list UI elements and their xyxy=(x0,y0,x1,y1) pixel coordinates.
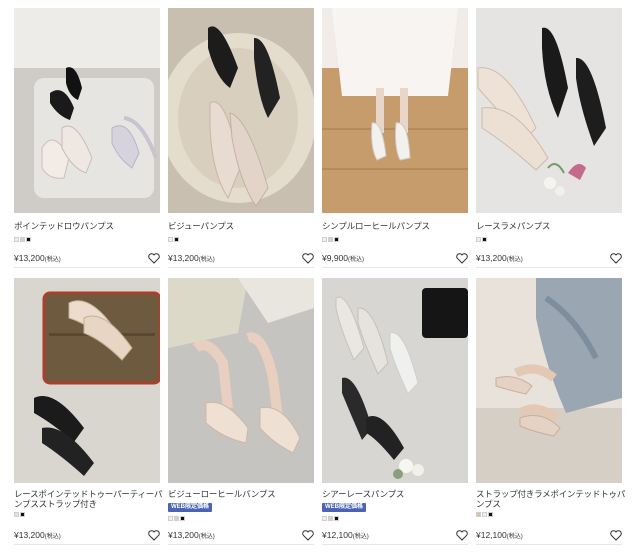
tax-label: (税込) xyxy=(506,534,523,540)
product-name[interactable]: シアーレースパンプス xyxy=(322,489,472,499)
tax-label: (税込) xyxy=(506,257,523,263)
color-swatches xyxy=(322,237,339,242)
color-swatch[interactable] xyxy=(334,237,339,242)
divider xyxy=(476,267,622,268)
product-price: ¥13,200(税込) xyxy=(168,530,215,542)
tax-label: (税込) xyxy=(44,534,61,540)
color-swatch[interactable] xyxy=(476,512,481,517)
price-value: ¥13,200 xyxy=(14,253,45,263)
product-name[interactable]: ビジューパンプス xyxy=(168,221,318,231)
product-name[interactable]: ストラップ付きラメポインテッドトゥパンプス xyxy=(476,489,626,509)
color-swatch[interactable] xyxy=(328,516,333,521)
product-price: ¥13,200(税込) xyxy=(14,530,61,542)
color-swatch[interactable] xyxy=(174,516,179,521)
product-image[interactable] xyxy=(14,8,160,213)
color-swatches xyxy=(168,516,185,521)
divider xyxy=(14,544,160,545)
product-price: ¥13,200(税込) xyxy=(168,253,215,265)
price-value: ¥13,200 xyxy=(168,530,199,540)
product-name[interactable]: レースラメパンプス xyxy=(476,221,626,231)
product-image[interactable] xyxy=(322,278,468,483)
price-value: ¥12,100 xyxy=(322,530,353,540)
divider xyxy=(14,267,160,268)
product-grid: ポインテッドロウパンプス ¥13,200(税込) ビジューパンプス ¥13,20… xyxy=(0,0,636,552)
color-swatch[interactable] xyxy=(334,516,339,521)
color-swatches xyxy=(476,512,493,517)
color-swatch[interactable] xyxy=(322,237,327,242)
color-swatch[interactable] xyxy=(488,512,493,517)
divider xyxy=(168,267,314,268)
price-value: ¥9,900 xyxy=(322,253,348,263)
product-image[interactable] xyxy=(476,8,622,213)
tax-label: (税込) xyxy=(348,257,364,263)
price-value: ¥12,100 xyxy=(476,530,507,540)
product-image[interactable] xyxy=(168,8,314,213)
heart-icon[interactable] xyxy=(456,253,468,264)
heart-icon[interactable] xyxy=(610,530,622,541)
divider xyxy=(476,544,622,545)
product-image[interactable] xyxy=(322,8,468,213)
divider xyxy=(168,544,314,545)
color-swatch[interactable] xyxy=(482,512,487,517)
price-value: ¥13,200 xyxy=(14,530,45,540)
product-price: ¥12,100(税込) xyxy=(476,530,523,542)
product-name[interactable]: ビジューローヒールパンプス xyxy=(168,489,318,499)
product-price: ¥9,900(税込) xyxy=(322,253,364,265)
product-image[interactable] xyxy=(14,278,160,483)
color-swatch[interactable] xyxy=(26,237,31,242)
product-name[interactable]: レースポインテッドトゥーパーティーパンプスストラップ付き xyxy=(14,489,164,509)
color-swatch[interactable] xyxy=(322,516,327,521)
tax-label: (税込) xyxy=(198,534,215,540)
color-swatches xyxy=(476,237,487,242)
color-swatch[interactable] xyxy=(168,516,173,521)
color-swatch[interactable] xyxy=(14,512,19,517)
divider xyxy=(322,544,468,545)
divider xyxy=(322,267,468,268)
color-swatches xyxy=(168,237,179,242)
heart-icon[interactable] xyxy=(302,253,314,264)
heart-icon[interactable] xyxy=(302,530,314,541)
color-swatch[interactable] xyxy=(20,237,25,242)
color-swatch[interactable] xyxy=(482,237,487,242)
product-price: ¥13,200(税込) xyxy=(14,253,61,265)
heart-icon[interactable] xyxy=(610,253,622,264)
product-price: ¥12,100(税込) xyxy=(322,530,369,542)
tax-label: (税込) xyxy=(44,257,61,263)
price-value: ¥13,200 xyxy=(168,253,199,263)
tax-label: (税込) xyxy=(198,257,215,263)
product-image[interactable] xyxy=(476,278,622,483)
product-name[interactable]: ポインテッドロウパンプス xyxy=(14,221,164,231)
color-swatches xyxy=(14,512,25,517)
product-price: ¥13,200(税込) xyxy=(476,253,523,265)
color-swatch[interactable] xyxy=(174,237,179,242)
color-swatch[interactable] xyxy=(168,237,173,242)
tax-label: (税込) xyxy=(352,534,369,540)
product-image[interactable] xyxy=(168,278,314,483)
color-swatch[interactable] xyxy=(14,237,19,242)
color-swatch[interactable] xyxy=(476,237,481,242)
heart-icon[interactable] xyxy=(148,253,160,264)
color-swatch[interactable] xyxy=(20,512,25,517)
heart-icon[interactable] xyxy=(148,530,160,541)
heart-icon[interactable] xyxy=(456,530,468,541)
color-swatch[interactable] xyxy=(180,516,185,521)
price-value: ¥13,200 xyxy=(476,253,507,263)
color-swatch[interactable] xyxy=(328,237,333,242)
web-limited-badge: WEB限定価格 xyxy=(322,503,366,512)
product-name[interactable]: シンプルローヒールパンプス xyxy=(322,221,472,231)
color-swatches xyxy=(14,237,31,242)
web-limited-badge: WEB限定価格 xyxy=(168,503,212,512)
color-swatches xyxy=(322,516,339,521)
